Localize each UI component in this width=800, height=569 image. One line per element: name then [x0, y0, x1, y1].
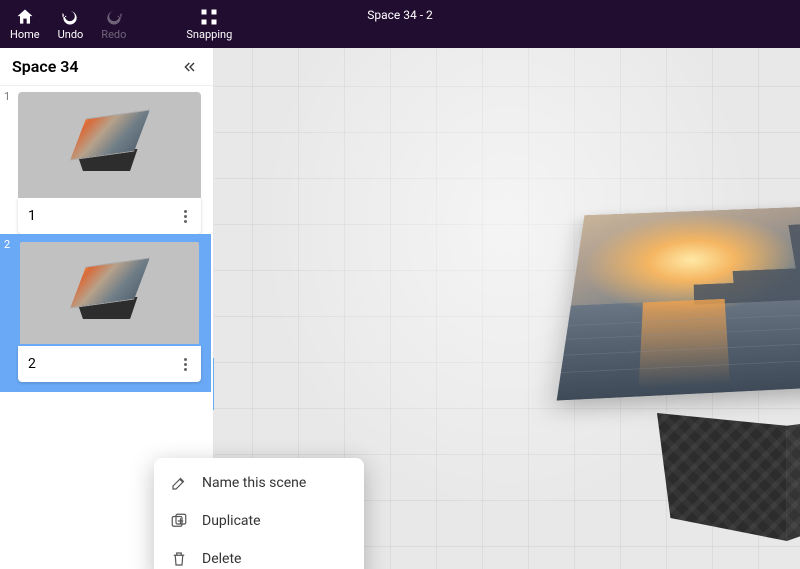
merge-cube-object[interactable]	[584, 143, 800, 533]
scene-context-menu: Name this scene Duplicate Delete	[154, 458, 364, 569]
scene-card[interactable]: 2 2	[0, 234, 211, 392]
page-title: Space 34 - 2	[367, 8, 433, 22]
redo-label: Redo	[101, 28, 126, 41]
menu-item-label: Delete	[202, 551, 241, 567]
snapping-label: Snapping	[186, 28, 232, 41]
space-name: Space 34	[12, 57, 79, 76]
edit-icon	[170, 474, 188, 492]
scene-thumbnail[interactable]	[18, 240, 201, 346]
cube-preview-icon	[70, 263, 150, 323]
snapping-button[interactable]: Snapping	[186, 7, 232, 41]
grid-icon	[199, 7, 219, 27]
scene-label: 2	[28, 356, 36, 372]
scene-index: 1	[4, 90, 10, 103]
undo-label: Undo	[58, 28, 84, 41]
top-toolbar: Home Undo Redo Snapping Space 34 - 2	[0, 0, 800, 48]
undo-button[interactable]: Undo	[58, 7, 84, 41]
menu-item-duplicate[interactable]: Duplicate	[154, 502, 364, 540]
painting-on-cube	[557, 203, 800, 401]
scene-card[interactable]: 1 1	[0, 86, 213, 234]
trash-icon	[170, 550, 188, 568]
chevrons-left-icon	[182, 59, 198, 75]
home-label: Home	[10, 28, 40, 41]
cube-preview-icon	[70, 115, 150, 175]
undo-icon	[60, 7, 80, 27]
scene-label: 1	[28, 208, 36, 224]
menu-item-rename[interactable]: Name this scene	[154, 464, 364, 502]
menu-item-delete[interactable]: Delete	[154, 540, 364, 569]
home-button[interactable]: Home	[10, 7, 40, 41]
redo-button[interactable]: Redo	[101, 7, 126, 41]
duplicate-icon	[170, 512, 188, 530]
sidebar-header: Space 34	[0, 48, 213, 86]
scene-options-button[interactable]	[180, 354, 191, 375]
collapse-sidebar-button[interactable]	[179, 56, 201, 78]
redo-icon	[104, 7, 124, 27]
scene-options-button[interactable]	[180, 206, 191, 227]
menu-item-label: Duplicate	[202, 513, 261, 529]
scene-thumbnail[interactable]	[18, 92, 201, 198]
menu-item-label: Name this scene	[202, 475, 306, 491]
cube-base	[657, 413, 800, 541]
scene-index: 2	[4, 238, 10, 251]
home-icon	[15, 7, 35, 27]
